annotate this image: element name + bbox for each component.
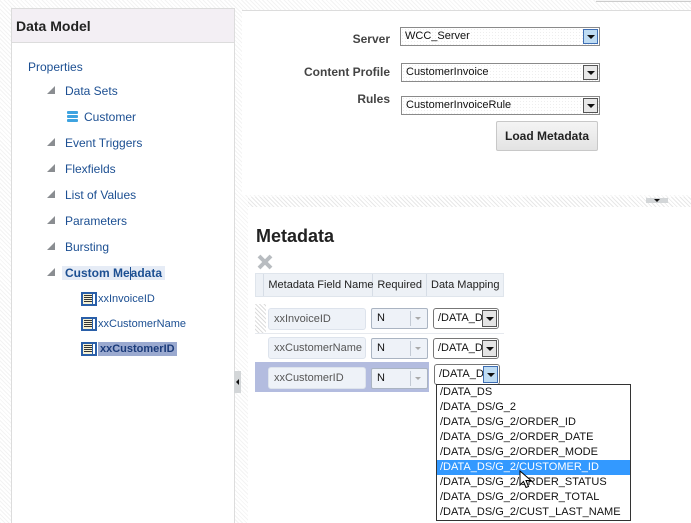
required-select[interactable]: N [371,338,428,359]
server-label: Server [352,32,390,46]
data-mapping-select[interactable]: /DATA_D [433,308,499,329]
dropdown-arrow-icon[interactable] [583,98,598,113]
tree-item-properties[interactable]: Properties [28,60,83,74]
collapse-panel-handle[interactable] [234,371,241,393]
server-select[interactable]: WCC_Server [400,27,600,46]
metadata-field-icon [81,342,97,356]
expanded-triangle-icon[interactable] [47,138,55,146]
delete-x-icon[interactable] [256,253,274,271]
data-mapping-select[interactable]: /DATA_D [433,338,499,359]
row-divider [255,333,504,334]
dropdown-option[interactable]: /DATA_DS/G_2/ORDER_ID [437,415,630,430]
collapse-down-icon [654,199,660,202]
collapse-left-icon [236,379,239,385]
dropdown-arrow-icon[interactable] [483,366,498,383]
dropdown-arrow-icon[interactable] [482,340,497,357]
dropdown-arrow-icon[interactable] [583,29,598,44]
column-header-data-mapping[interactable]: Data Mapping [427,274,503,296]
horizontal-splitter[interactable] [248,197,691,207]
dropdown-arrow-icon[interactable] [410,311,424,326]
tree-item-field[interactable]: xxCustomerName [81,317,186,331]
dropdown-arrow-icon[interactable] [410,371,424,386]
table-header: Metadata Field Name Required Data Mappin… [255,273,504,297]
dropdown-option[interactable]: /DATA_DS/G_2/ORDER_MODE [437,445,630,460]
tree-item-customer[interactable]: Customer [67,110,136,124]
data-model-panel: Data Model Properties Data Sets Customer… [11,8,235,523]
rules-label: Rules [357,92,390,106]
metadata-field-icon [81,292,97,306]
rules-select[interactable]: CustomerInvoiceRule [401,96,600,115]
data-mapping-dropdown-list[interactable]: /DATA_DS /DATA_DS/G_2 /DATA_DS/G_2/ORDER… [436,384,631,521]
row-gutter [255,304,266,334]
column-header-required[interactable]: Required [373,274,427,296]
dropdown-arrow-icon[interactable] [410,341,424,356]
tree-item-field[interactable]: xxInvoiceID [81,292,155,306]
collapse-down-handle[interactable] [646,198,668,203]
tree-item-data-sets[interactable]: Data Sets [47,84,118,98]
gutter-header [256,274,265,296]
expanded-triangle-icon[interactable] [47,268,55,276]
table-row-field-name: xxInvoiceID [268,308,366,330]
top-strip [596,0,691,2]
dropdown-option[interactable]: /DATA_DS/G_2/ORDER_TOTAL [437,490,630,505]
tree-item-list-of-values[interactable]: List of Values [47,188,136,202]
tree-item-event-triggers[interactable]: Event Triggers [47,136,142,150]
dropdown-option-highlighted[interactable]: /DATA_DS/G_2/CUSTOMER_ID [437,460,630,475]
expanded-triangle-icon[interactable] [47,216,55,224]
dropdown-option[interactable]: /DATA_DS/G_2/ORDER_DATE [437,430,630,445]
database-icon [67,110,78,124]
tree-item-bursting[interactable]: Bursting [47,240,109,254]
panel-title: Data Model [12,9,234,43]
expanded-triangle-icon[interactable] [47,190,55,198]
dropdown-option[interactable]: /DATA_DS [437,385,630,400]
tree-item-field-selected[interactable]: xxCustomerID [81,342,177,356]
required-select[interactable]: N [371,368,428,389]
expanded-triangle-icon[interactable] [47,242,55,250]
dropdown-arrow-icon[interactable] [482,310,497,327]
dropdown-option[interactable]: /DATA_DS/G_2/CUST_LAST_NAME [437,505,630,520]
dropdown-option[interactable]: /DATA_DS/G_2/ORDER_STATUS [437,475,630,490]
content-profile-select[interactable]: CustomerInvoice [401,63,600,82]
table-row-field-name: xxCustomerID [268,367,366,389]
table-row-field-name: xxCustomerName [268,337,366,359]
section-title: Metadata [256,226,335,246]
mouse-pointer-icon [519,470,533,489]
tree-item-flexfields[interactable]: Flexfields [47,162,116,176]
tree-item-parameters[interactable]: Parameters [47,214,127,228]
tree-item-custom-metadata[interactable]: Custom Meadata [47,266,166,281]
dropdown-arrow-icon[interactable] [583,65,598,80]
required-select[interactable]: N [371,308,428,329]
content-profile-label: Content Profile [304,65,390,79]
load-metadata-button[interactable]: Load Metadata [496,121,598,151]
data-mapping-select-open[interactable]: /DATA_D [434,364,500,385]
metadata-field-icon [81,317,97,331]
expanded-triangle-icon[interactable] [47,86,55,94]
column-header-field-name[interactable]: Metadata Field Name [264,274,374,296]
dropdown-option[interactable]: /DATA_DS/G_2 [437,400,630,415]
expanded-triangle-icon[interactable] [47,164,55,172]
